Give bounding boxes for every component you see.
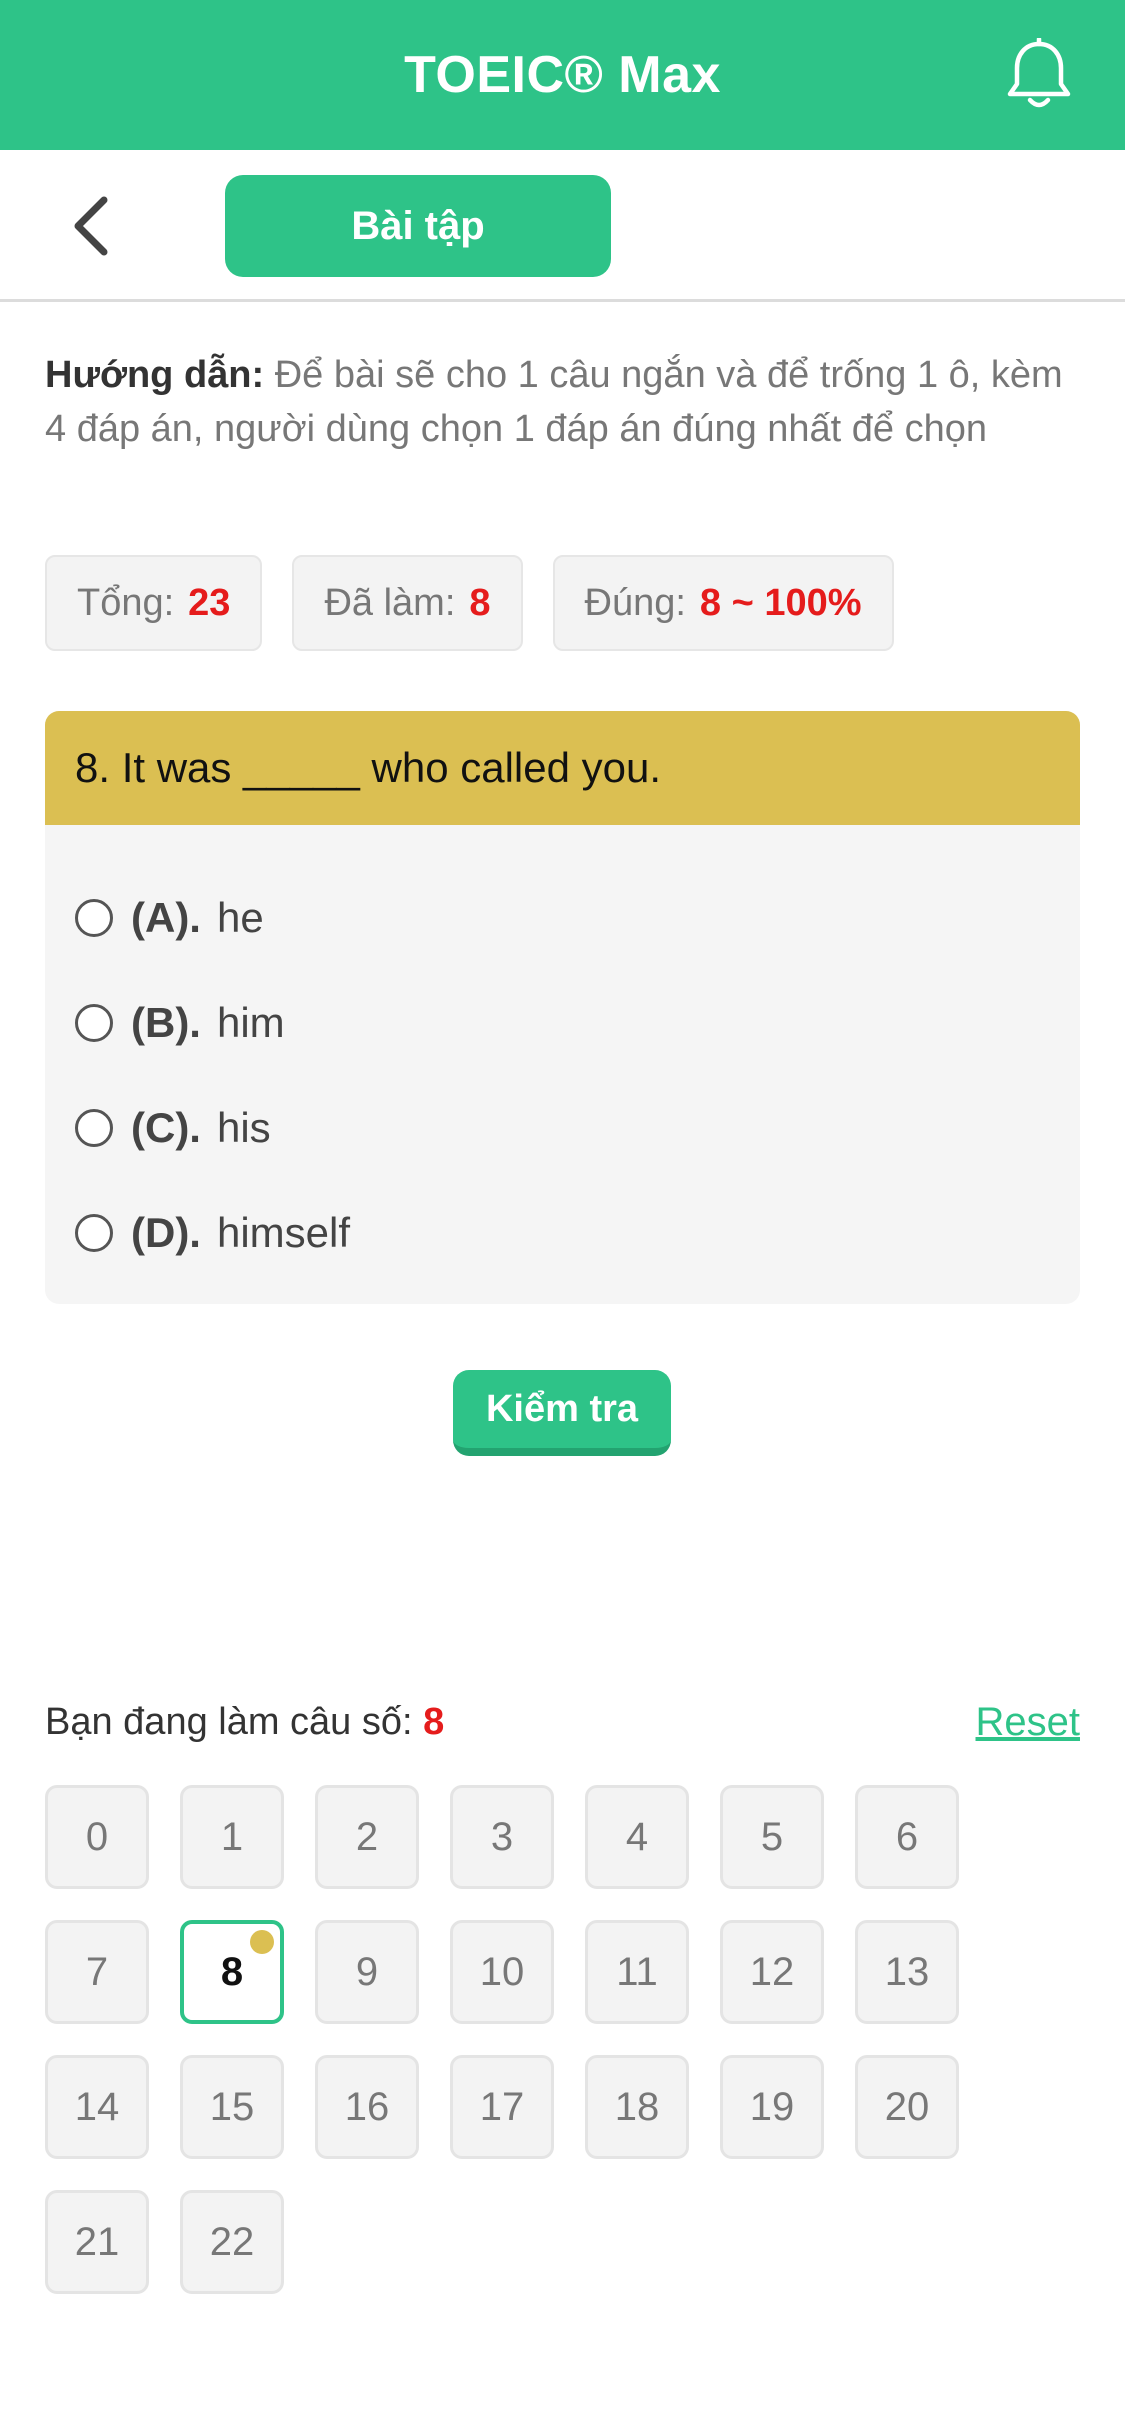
question-number-12[interactable]: 12 [720,1920,824,2024]
question-number-label: 1 [220,1814,244,1859]
question-number-4[interactable]: 4 [585,1785,689,1889]
stat-total: Tổng: 23 [45,555,263,651]
option-text: his [216,1103,271,1151]
question-number-6[interactable]: 6 [855,1785,959,1889]
option-letter: (B). [131,998,201,1046]
app-root: TOEIC® Max Bài tập Hướng dẫn: Để bài sẽ … [0,0,1125,2436]
question-number-label: 21 [74,2219,120,2264]
radio-button[interactable] [75,1213,113,1252]
instructions: Hướng dẫn: Để bài sẽ cho 1 câu ngắn và đ… [45,348,1085,456]
question-number-20[interactable]: 20 [855,2055,959,2159]
current-marker-dot [250,1930,274,1954]
question-number-1[interactable]: 1 [180,1785,284,1889]
question-number-label: 6 [895,1814,919,1859]
question-number-14[interactable]: 14 [45,2055,149,2159]
answer-options: (A). he (B). him (C). his (D). himself [45,825,1080,1285]
stat-done-label: Đã làm: [324,581,456,624]
question-number-label: 0 [85,1814,109,1859]
question-number-0[interactable]: 0 [45,1785,149,1889]
option-d[interactable]: (D). himself [45,1180,1080,1285]
option-letter: (D). [131,1208,201,1256]
question-text: 8. It was _____ who called you. [45,711,1080,825]
current-question-label: Bạn đang làm câu số: [45,1701,413,1743]
question-number-label: 18 [614,2084,660,2129]
bell-icon[interactable] [1005,36,1073,112]
stats-row: Tổng: 23 Đã làm: 8 Đúng: 8 ~ 100% [45,555,894,651]
question-number-18[interactable]: 18 [585,2055,689,2159]
instructions-label: Hướng dẫn: [45,354,265,396]
stat-correct: Đúng: 8 ~ 100% [552,555,894,651]
question-number-8[interactable]: 8 [180,1920,284,2024]
question-number-2[interactable]: 2 [315,1785,419,1889]
question-number-label: 8 [220,1949,244,1994]
question-number-label: 16 [344,2084,390,2129]
option-letter: (A). [131,893,201,941]
sub-header: Bài tập [0,150,1125,302]
stat-done: Đã làm: 8 [292,555,523,651]
option-b[interactable]: (B). him [45,970,1080,1075]
question-number-13[interactable]: 13 [855,1920,959,2024]
current-question-number: 8 [423,1701,445,1743]
question-number-9[interactable]: 9 [315,1920,419,2024]
option-text: him [216,998,285,1046]
question-number-3[interactable]: 3 [450,1785,554,1889]
radio-button[interactable] [75,1003,113,1042]
question-number-10[interactable]: 10 [450,1920,554,2024]
stat-total-label: Tổng: [77,581,175,624]
question-number-label: 13 [884,1949,930,1994]
app-title: TOEIC® Max [404,46,721,104]
question-number-label: 9 [355,1949,379,1994]
question-number-15[interactable]: 15 [180,2055,284,2159]
radio-button[interactable] [75,1108,113,1147]
option-text: he [216,893,264,941]
question-number-7[interactable]: 7 [45,1920,149,2024]
question-number-21[interactable]: 21 [45,2190,149,2294]
app-header: TOEIC® Max [0,0,1125,150]
question-number-label: 7 [85,1949,109,1994]
back-button[interactable] [58,190,122,262]
question-number-11[interactable]: 11 [585,1920,689,2024]
option-letter: (C). [131,1103,201,1151]
question-number-label: 2 [355,1814,379,1859]
stat-correct-label: Đúng: [584,581,686,624]
tab-exercise[interactable]: Bài tập [225,175,611,277]
question-number-19[interactable]: 19 [720,2055,824,2159]
stat-done-value: 8 [469,581,491,624]
question-number-label: 14 [74,2084,120,2129]
option-text: himself [216,1208,351,1256]
question-number-label: 17 [479,2084,525,2129]
question-card: 8. It was _____ who called you. (A). he … [45,711,1080,1304]
reset-link[interactable]: Reset [976,1700,1081,1745]
current-question-info: Bạn đang làm câu số: 8 [45,1701,444,1744]
question-number-label: 12 [749,1949,795,1994]
check-button[interactable]: Kiểm tra [453,1370,671,1456]
stat-total-value: 23 [188,581,231,624]
chevron-left-icon [74,196,108,256]
stat-correct-value: 8 ~ 100% [699,581,862,624]
question-number-16[interactable]: 16 [315,2055,419,2159]
question-grid: 0 1 2 3 4 5 6 7 8 9 10 11 12 13 14 15 16 17 18 19 20 21 22 [45,1785,1080,2294]
question-number-label: 19 [749,2084,795,2129]
question-number-22[interactable]: 22 [180,2190,284,2294]
question-number-label: 10 [479,1949,525,1994]
option-a[interactable]: (A). he [45,865,1080,970]
question-number-label: 4 [625,1814,649,1859]
question-number-label: 11 [616,1949,658,1994]
progress-line: Bạn đang làm câu số: 8 Reset [45,1700,1080,1745]
question-number-label: 15 [209,2084,255,2129]
question-number-label: 5 [760,1814,784,1859]
question-number-label: 3 [490,1814,514,1859]
question-number-17[interactable]: 17 [450,2055,554,2159]
question-number-5[interactable]: 5 [720,1785,824,1889]
question-number-label: 20 [884,2084,930,2129]
radio-button[interactable] [75,898,113,937]
option-c[interactable]: (C). his [45,1075,1080,1180]
question-number-label: 22 [209,2219,255,2264]
